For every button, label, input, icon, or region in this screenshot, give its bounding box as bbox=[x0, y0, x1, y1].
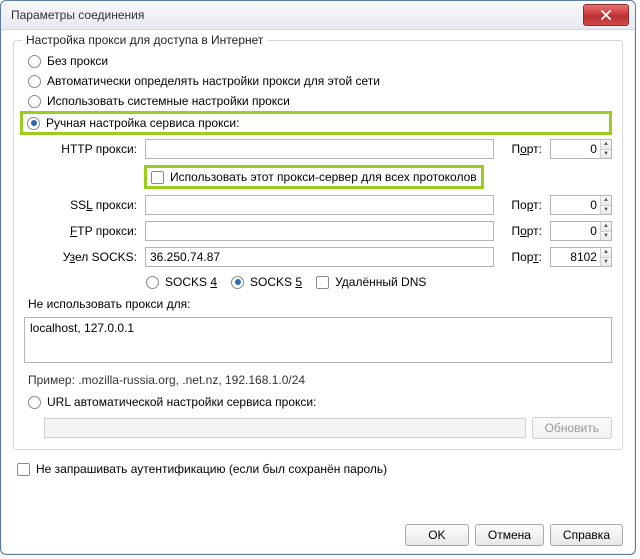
use-all-checkbox[interactable] bbox=[151, 171, 164, 184]
dialog-footer: OK Отмена Справка bbox=[405, 524, 623, 546]
radio-socks4[interactable]: SOCKS 4 bbox=[146, 275, 217, 289]
http-proxy-input[interactable] bbox=[145, 139, 494, 159]
socks4-label: SOCKS 4 bbox=[165, 275, 217, 289]
help-button[interactable]: Справка bbox=[550, 524, 623, 546]
radio-auto-url[interactable]: URL автоматической настройки сервиса про… bbox=[24, 395, 612, 409]
spin-down-icon[interactable]: ▼ bbox=[601, 232, 611, 241]
highlight-manual: Ручная настройка сервиса прокси: bbox=[20, 111, 612, 135]
ssl-port-spinner[interactable]: ▲▼ bbox=[550, 195, 612, 215]
dialog-window: Параметры соединения Настройка прокси дл… bbox=[0, 0, 636, 555]
ftp-proxy-input[interactable] bbox=[145, 221, 494, 241]
port-label: Порт: bbox=[500, 250, 544, 264]
http-label: HTTP прокси: bbox=[24, 142, 139, 156]
radio-icon bbox=[28, 75, 41, 88]
close-icon bbox=[601, 10, 611, 20]
spin-up-icon[interactable]: ▲ bbox=[601, 222, 611, 232]
radio-auto-detect[interactable]: Автоматически определять настройки прокс… bbox=[24, 71, 612, 91]
radio-icon bbox=[146, 276, 159, 289]
http-port-input[interactable] bbox=[551, 140, 600, 158]
radio-icon bbox=[28, 396, 41, 409]
auto-url-input bbox=[44, 418, 526, 438]
spin-up-icon[interactable]: ▲ bbox=[601, 140, 611, 150]
radio-manual-proxy[interactable]: Ручная настройка сервиса прокси: bbox=[25, 116, 607, 130]
radio-label: Использовать системные настройки прокси bbox=[47, 94, 290, 108]
ok-button[interactable]: OK bbox=[405, 524, 469, 546]
close-button[interactable] bbox=[583, 4, 629, 26]
spin-up-icon[interactable]: ▲ bbox=[601, 196, 611, 206]
socks5-label: SOCKS 5 bbox=[250, 275, 302, 289]
radio-label: Без прокси bbox=[47, 54, 108, 68]
socks-host-input[interactable] bbox=[145, 247, 494, 267]
radio-socks5[interactable]: SOCKS 5 bbox=[231, 275, 302, 289]
no-proxy-label: Не использовать прокси для: bbox=[24, 297, 612, 311]
checkbox-icon bbox=[17, 463, 30, 476]
checkbox-icon bbox=[316, 276, 329, 289]
radio-icon bbox=[231, 276, 244, 289]
spin-down-icon[interactable]: ▼ bbox=[601, 258, 611, 267]
port-label: Порт: bbox=[500, 224, 544, 238]
client-area: Настройка прокси для доступа в Интернет … bbox=[1, 30, 635, 484]
radio-label: Автоматически определять настройки прокс… bbox=[47, 74, 380, 88]
cancel-button[interactable]: Отмена bbox=[475, 524, 544, 546]
ssl-proxy-input[interactable] bbox=[145, 195, 494, 215]
socks-port-spinner[interactable]: ▲▼ bbox=[550, 247, 612, 267]
example-text: Пример: .mozilla-russia.org, .net.nz, 19… bbox=[24, 371, 612, 389]
refresh-button: Обновить bbox=[532, 417, 612, 439]
use-all-label: Использовать этот прокси-сервер для всех… bbox=[170, 170, 477, 184]
port-label: Порт: bbox=[500, 198, 544, 212]
highlight-use-all: Использовать этот прокси-сервер для всех… bbox=[144, 165, 484, 189]
spin-down-icon[interactable]: ▼ bbox=[601, 150, 611, 159]
radio-label: Ручная настройка сервиса прокси: bbox=[46, 116, 239, 130]
remote-dns-label: Удалённый DNS bbox=[335, 275, 426, 289]
ftp-port-spinner[interactable]: ▲▼ bbox=[550, 221, 612, 241]
radio-icon bbox=[28, 95, 41, 108]
radio-no-proxy[interactable]: Без прокси bbox=[24, 51, 612, 71]
http-port-spinner[interactable]: ▲▼ bbox=[550, 139, 612, 159]
no-proxy-textarea[interactable]: localhost, 127.0.0.1 bbox=[24, 317, 612, 363]
titlebar: Параметры соединения bbox=[1, 1, 635, 30]
checkbox-remote-dns[interactable]: Удалённый DNS bbox=[316, 275, 426, 289]
radio-label: URL автоматической настройки сервиса про… bbox=[47, 395, 316, 409]
group-legend: Настройка прокси для доступа в Интернет bbox=[22, 33, 267, 47]
window-title: Параметры соединения bbox=[11, 8, 583, 22]
socks-label: Узел SOCKS: bbox=[24, 250, 139, 264]
ssl-label: SSL прокси: bbox=[24, 198, 139, 212]
ftp-port-input[interactable] bbox=[551, 222, 600, 240]
ftp-label: FTP прокси: bbox=[24, 224, 139, 238]
proxy-form: HTTP прокси: Порт: ▲▼ Использовать этот … bbox=[24, 139, 612, 439]
spin-up-icon[interactable]: ▲ bbox=[601, 248, 611, 258]
port-label: Порт: bbox=[500, 142, 544, 156]
ssl-port-input[interactable] bbox=[551, 196, 600, 214]
spin-down-icon[interactable]: ▼ bbox=[601, 206, 611, 215]
checkbox-no-auth-row[interactable]: Не запрашивать аутентификацию (если был … bbox=[13, 462, 623, 476]
radio-icon bbox=[27, 117, 40, 130]
radio-icon bbox=[28, 55, 41, 68]
socks-port-input[interactable] bbox=[551, 248, 600, 266]
radio-system-proxy[interactable]: Использовать системные настройки прокси bbox=[24, 91, 612, 111]
no-auth-label: Не запрашивать аутентификацию (если был … bbox=[36, 462, 387, 476]
proxy-groupbox: Настройка прокси для доступа в Интернет … bbox=[13, 40, 623, 450]
